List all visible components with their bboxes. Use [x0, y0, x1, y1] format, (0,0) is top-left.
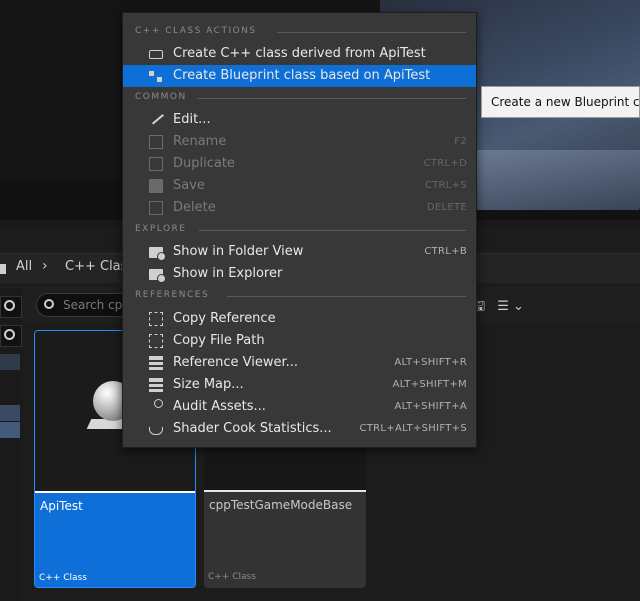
copy-icon: [149, 312, 163, 326]
editor-window: All › C++ Class Search cpp 🖫 ☰ ⌄ ApiTest…: [0, 0, 640, 601]
tooltip: Create a new Blueprint class: [481, 86, 640, 118]
menu-item-shortcut: CTRL+ALT+SHIFT+S: [359, 423, 467, 434]
asset-type: C++ Class: [208, 572, 256, 582]
menu-item-label: Edit...: [173, 112, 211, 127]
menu-item-shortcut: CTRL+D: [423, 158, 467, 169]
asset-type: C++ Class: [39, 573, 87, 583]
menu-item-reference-viewer[interactable]: Reference Viewer... ALT+SHIFT+R: [123, 352, 476, 374]
menu-item-label: Create Blueprint class based on ApiTest: [173, 68, 431, 83]
menu-item-copy-reference[interactable]: Copy Reference: [123, 308, 476, 330]
sources-search-button[interactable]: [0, 296, 22, 318]
section-common: COMMON: [135, 92, 466, 106]
asset-info: ApiTest C++ Class: [35, 491, 195, 587]
trash-icon: [149, 201, 163, 215]
filter-icon[interactable]: ☰: [497, 299, 509, 314]
menu-item-label: Show in Folder View: [173, 244, 304, 259]
reference-viewer-icon: [149, 356, 163, 370]
copy-icon: [149, 334, 163, 348]
section-label: REFERENCES: [135, 290, 210, 300]
menu-item-shortcut: DELETE: [426, 202, 467, 213]
filter-toolbar[interactable]: 🖫 ☰ ⌄: [474, 297, 524, 319]
asset-name: ApiTest: [40, 499, 83, 513]
menu-item-label: Reference Viewer...: [173, 355, 298, 370]
save-icon: [149, 179, 163, 193]
menu-item-label: Shader Cook Statistics...: [173, 421, 332, 436]
sources-item[interactable]: [0, 405, 20, 421]
tooltip-text: Create a new Blueprint class: [491, 95, 640, 109]
chevron-down-icon[interactable]: ⌄: [513, 299, 524, 314]
search-icon: [4, 329, 15, 340]
menu-item-label: Size Map...: [173, 377, 244, 392]
search-icon: [4, 300, 15, 311]
sources-item[interactable]: [0, 354, 20, 370]
menu-item-label: Delete: [173, 200, 216, 215]
section-divider: [197, 98, 466, 99]
folder-search-icon: [149, 247, 166, 261]
menu-item-shortcut: ALT+SHIFT+M: [392, 379, 467, 390]
size-map-icon: [149, 378, 163, 392]
menu-item-shortcut: CTRL+B: [424, 246, 467, 257]
menu-item-label: Save: [173, 178, 205, 193]
menu-item-create-cpp[interactable]: Create C++ class derived from ApiTest: [123, 43, 476, 65]
menu-item-rename: Rename F2: [123, 131, 476, 153]
breadcrumb-chevron-icon: ›: [42, 258, 48, 274]
asset-search-input[interactable]: Search cpp: [36, 293, 136, 317]
asset-name: cppTestGameModeBase: [209, 498, 353, 512]
menu-item-show-folder-view[interactable]: Show in Folder View CTRL+B: [123, 241, 476, 263]
menu-item-audit-assets[interactable]: Audit Assets... ALT+SHIFT+A: [123, 396, 476, 418]
menu-item-shader-cook-statistics[interactable]: Shader Cook Statistics... CTRL+ALT+SHIFT…: [123, 418, 476, 440]
menu-item-delete: Delete DELETE: [123, 197, 476, 219]
menu-item-label: Copy File Path: [173, 333, 265, 348]
menu-item-shortcut: CTRL+S: [424, 180, 467, 191]
blueprint-icon: [149, 69, 163, 83]
section-label: C++ CLASS ACTIONS: [135, 26, 257, 36]
context-menu: C++ CLASS ACTIONS Create C++ class deriv…: [122, 12, 477, 448]
menu-item-duplicate: Duplicate CTRL+D: [123, 153, 476, 175]
menu-item-create-blueprint[interactable]: Create Blueprint class based on ApiTest: [123, 65, 476, 87]
menu-item-edit[interactable]: Edit...: [123, 109, 476, 131]
folder-search-icon: [149, 269, 166, 283]
audit-icon: [154, 399, 163, 408]
menu-item-label: Create C++ class derived from ApiTest: [173, 46, 426, 61]
menu-item-label: Copy Reference: [173, 311, 276, 326]
menu-item-save: Save CTRL+S: [123, 175, 476, 197]
menu-item-size-map[interactable]: Size Map... ALT+SHIFT+M: [123, 374, 476, 396]
menu-item-shortcut: F2: [454, 136, 467, 147]
menu-item-label: Show in Explorer: [173, 266, 283, 281]
pencil-icon: [148, 109, 164, 125]
breadcrumb-root-icon: [0, 264, 6, 274]
section-label: COMMON: [135, 92, 187, 102]
section-divider: [199, 230, 466, 231]
search-placeholder: Search cpp: [63, 298, 130, 312]
menu-item-label: Duplicate: [173, 156, 235, 171]
menu-item-shortcut: ALT+SHIFT+A: [394, 401, 467, 412]
asset-info: cppTestGameModeBase C++ Class: [204, 490, 366, 588]
menu-item-show-explorer[interactable]: Show in Explorer: [123, 263, 476, 285]
menu-item-label: Rename: [173, 134, 227, 149]
duplicate-icon: [149, 157, 163, 171]
search-icon: [44, 299, 54, 309]
section-label: EXPLORE: [135, 224, 187, 234]
sources-filter-search[interactable]: [0, 325, 22, 347]
menu-item-label: Audit Assets...: [173, 399, 266, 414]
section-explore: EXPLORE: [135, 224, 466, 238]
menu-item-copy-file-path[interactable]: Copy File Path: [123, 330, 476, 352]
menu-item-shortcut: ALT+SHIFT+R: [394, 357, 467, 368]
class-icon: [149, 50, 163, 59]
section-references: REFERENCES: [135, 290, 466, 304]
sources-item-selected[interactable]: [0, 422, 20, 438]
section-divider: [227, 296, 466, 297]
rename-icon: [149, 135, 163, 149]
section-divider: [277, 32, 466, 33]
breadcrumb-all[interactable]: All: [16, 259, 32, 277]
shader-icon: [149, 427, 163, 435]
section-cpp-actions: C++ CLASS ACTIONS: [135, 26, 466, 40]
